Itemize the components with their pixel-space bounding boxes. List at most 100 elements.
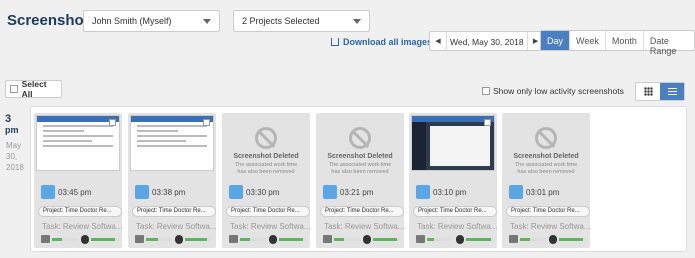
mouse-icon [269, 235, 277, 244]
keyboard-activity-bar [334, 238, 360, 241]
mouse-activity-bar [466, 238, 494, 241]
mouse-activity-bar [373, 238, 401, 241]
screenshot-time: 03:45 pm [58, 188, 92, 197]
screenshot-card[interactable]: 03:10 pm Project: Time Doctor Re... Task… [409, 113, 497, 248]
mouse-icon [81, 235, 89, 244]
activity-meter [323, 235, 401, 244]
list-icon [667, 88, 677, 95]
user-avatar-icon [323, 185, 337, 199]
screenshot-card[interactable]: 03:45 pm Project: Time Doctor Re... Task… [34, 113, 122, 248]
deleted-description: The associated work time has also been r… [234, 162, 298, 175]
mouse-activity-bar [279, 238, 307, 241]
user-avatar-icon [509, 185, 523, 199]
low-activity-label: Show only low activity screenshots [493, 86, 624, 96]
project-badge[interactable]: Project: Time Doctor Re... [226, 206, 310, 217]
task-label: Task: Review Softwa... [136, 222, 216, 231]
deleted-placeholder: Screenshot Deleted The associated work t… [504, 115, 588, 195]
prohibited-icon [255, 127, 277, 149]
activity-meter [41, 235, 119, 244]
mouse-activity-bar [185, 238, 213, 241]
hour-date: May 30, 2018 [6, 140, 24, 173]
range-week-button[interactable]: Week [569, 31, 605, 50]
user-avatar-icon [229, 185, 243, 199]
current-date[interactable]: Wed, May 30, 2018 [446, 32, 528, 50]
download-label: Download all images [343, 37, 433, 47]
download-all-link[interactable]: Download all images [331, 37, 432, 47]
download-icon [331, 38, 339, 46]
select-all-button[interactable]: Select All [5, 79, 62, 99]
view-toggle[interactable] [635, 82, 685, 101]
range-month-button[interactable]: Month [604, 31, 643, 50]
mouse-activity-bar [91, 238, 119, 241]
task-label: Task: Review Softwa... [324, 222, 404, 231]
mouse-icon [456, 235, 464, 244]
screenshot-card[interactable]: 03:38 pm Project: Time Doctor Re... Task… [128, 113, 216, 248]
screenshot-thumbnail[interactable] [411, 115, 495, 171]
keyboard-activity-bar [146, 238, 172, 241]
task-label: Task: Review Softwa... [510, 222, 590, 231]
mouse-activity-bar [559, 238, 587, 241]
hour-number: 3 [5, 113, 12, 125]
prev-day-button[interactable]: ◀ [430, 32, 446, 50]
user-select-value: John Smith (Myself) [92, 16, 172, 26]
user-avatar-icon [135, 185, 149, 199]
mouse-icon [549, 235, 557, 244]
keyboard-activity-bar [240, 238, 266, 241]
project-badge[interactable]: Project: Time Doctor Re... [38, 206, 122, 217]
project-badge[interactable]: Project: Time Doctor Re... [320, 206, 404, 217]
range-date-range-button[interactable]: Date Range [642, 31, 694, 56]
user-select[interactable]: John Smith (Myself) [83, 10, 220, 32]
chevron-down-icon [203, 19, 211, 24]
list-view-button[interactable] [660, 83, 684, 100]
low-activity-checkbox[interactable] [482, 87, 490, 95]
keyboard-icon [323, 235, 332, 243]
screenshot-time: 03:21 pm [340, 188, 374, 197]
keyboard-activity-bar [520, 238, 546, 241]
project-select-value: 2 Projects Selected [242, 16, 320, 26]
low-activity-filter[interactable]: Show only low activity screenshots [482, 86, 624, 96]
screenshot-time: 03:10 pm [433, 188, 467, 197]
screenshot-checkbox[interactable] [484, 119, 491, 126]
grid-icon [643, 87, 653, 96]
activity-meter [229, 235, 307, 244]
hour-label: 3 pm [5, 114, 19, 136]
deleted-description: The associated work time has also been r… [328, 162, 392, 175]
screenshot-time: 03:30 pm [246, 188, 280, 197]
screenshot-card[interactable]: Screenshot Deleted The associated work t… [502, 113, 590, 248]
prohibited-icon [349, 127, 371, 149]
deleted-title: Screenshot Deleted [233, 153, 299, 160]
screenshot-card[interactable]: Screenshot Deleted The associated work t… [316, 113, 404, 248]
deleted-description: The associated work time has also been r… [514, 162, 578, 175]
date-picker[interactable]: ◀ Wed, May 30, 2018 ▶ [429, 31, 545, 51]
keyboard-icon [509, 235, 518, 243]
screenshot-thumbnail[interactable] [130, 115, 214, 171]
project-badge[interactable]: Project: Time Doctor Re... [413, 206, 497, 217]
hour-day: 30, [6, 152, 18, 161]
keyboard-icon [41, 235, 50, 243]
chevron-down-icon [353, 19, 361, 24]
mouse-icon [363, 235, 371, 244]
project-badge[interactable]: Project: Time Doctor Re... [506, 206, 590, 217]
select-all-checkbox[interactable] [10, 85, 18, 93]
project-select[interactable]: 2 Projects Selected [233, 10, 370, 32]
hour-ampm: pm [5, 125, 19, 135]
screenshot-checkbox[interactable] [203, 119, 210, 126]
deleted-placeholder: Screenshot Deleted The associated work t… [224, 115, 308, 195]
range-day-button[interactable]: Day [541, 31, 570, 50]
range-toggle[interactable]: Day Week Month Date Range [540, 30, 695, 56]
activity-meter [509, 235, 587, 244]
screenshot-thumbnail[interactable] [36, 115, 120, 171]
project-badge[interactable]: Project: Time Doctor Re... [132, 206, 216, 217]
keyboard-activity-bar [52, 238, 78, 241]
grid-view-button[interactable] [636, 83, 660, 100]
screenshot-time: 03:01 pm [526, 188, 560, 197]
keyboard-icon [416, 235, 425, 243]
user-avatar-icon [416, 185, 430, 199]
screenshot-checkbox[interactable] [109, 119, 116, 126]
deleted-title: Screenshot Deleted [513, 153, 579, 160]
hour-year: 2018 [6, 163, 24, 172]
task-label: Task: Review Softwa... [417, 222, 497, 231]
screenshot-card[interactable]: Screenshot Deleted The associated work t… [222, 113, 310, 248]
keyboard-icon [135, 235, 144, 243]
deleted-placeholder: Screenshot Deleted The associated work t… [318, 115, 402, 195]
